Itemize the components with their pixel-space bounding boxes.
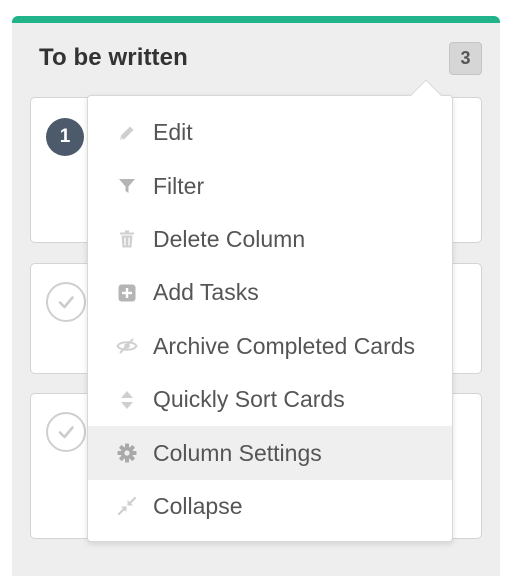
card-number-badge: 1 (46, 118, 84, 156)
menu-item-column-settings[interactable]: Column Settings (88, 426, 452, 480)
filter-icon (116, 175, 138, 197)
column-accent-bar (12, 16, 500, 23)
menu-item-add-tasks[interactable]: Add Tasks (88, 266, 452, 319)
trash-icon (116, 228, 138, 250)
menu-item-label: Archive Completed Cards (153, 332, 416, 359)
menu-item-label: Column Settings (153, 439, 322, 466)
menu-item-delete-column[interactable]: Delete Column (88, 213, 452, 266)
plus-square-icon (116, 282, 138, 304)
pencil-icon (116, 122, 138, 144)
menu-item-edit[interactable]: Edit (88, 106, 452, 159)
menu-item-archive-completed-cards[interactable]: Archive Completed Cards (88, 320, 452, 373)
menu-item-filter[interactable]: Filter (88, 159, 452, 212)
menu-item-label: Delete Column (153, 225, 306, 252)
column-count-badge[interactable]: 3 (449, 42, 482, 75)
complete-check-icon[interactable] (46, 282, 86, 322)
menu-item-quickly-sort-cards[interactable]: Quickly Sort Cards (88, 373, 452, 426)
menu-item-label: Collapse (153, 492, 243, 519)
eye-slash-icon (116, 335, 138, 357)
gear-icon (116, 442, 138, 464)
complete-check-icon[interactable] (46, 412, 86, 452)
menu-item-label: Quickly Sort Cards (153, 386, 345, 413)
menu-item-label: Edit (153, 119, 193, 146)
menu-item-label: Add Tasks (153, 279, 259, 306)
column-title: To be written (39, 44, 188, 71)
column-options-menu: Edit Filter Delete Column Add Tasks Arch… (87, 95, 453, 542)
collapse-icon (116, 495, 138, 517)
menu-item-collapse[interactable]: Collapse (88, 480, 452, 533)
menu-item-label: Filter (153, 172, 205, 199)
sort-icon (116, 389, 138, 411)
